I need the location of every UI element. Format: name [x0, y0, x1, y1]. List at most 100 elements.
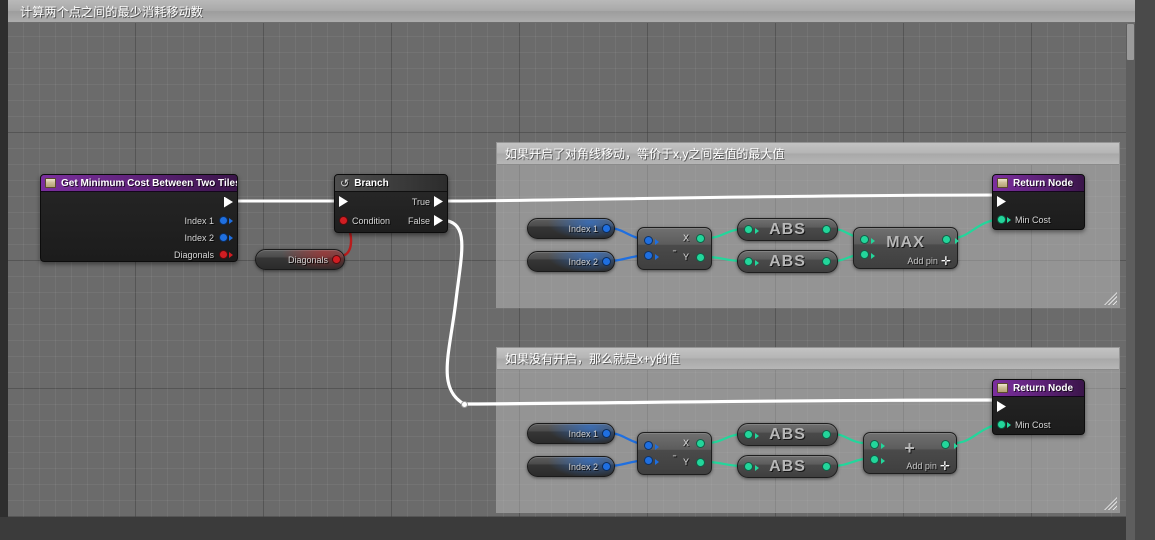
max-output-pin[interactable] [942, 235, 951, 244]
exec-in-pin[interactable] [339, 196, 348, 207]
node-title: Return Node [1013, 177, 1073, 189]
pin-diagonals[interactable] [219, 250, 228, 259]
max-input-a-pin[interactable] [860, 235, 869, 244]
vertical-scrollbar[interactable] [1126, 24, 1135, 540]
variable-output-pin[interactable] [332, 255, 341, 264]
exec-out-true-pin[interactable] [434, 196, 443, 207]
comment-header[interactable]: 如果没有开启，那么就是x+y的值 [497, 348, 1119, 370]
exec-in-pin[interactable] [997, 401, 1006, 412]
branch-false-label: False [407, 215, 430, 226]
pin-arrow [229, 234, 233, 241]
abs-input-pin[interactable] [744, 430, 753, 439]
subtract-input-b-pin[interactable] [644, 456, 653, 465]
variable-output-pin[interactable] [602, 462, 611, 471]
variable-getter-diagonals[interactable]: Diagonals [255, 249, 345, 270]
comment-resize-grip[interactable] [1104, 292, 1117, 305]
pin-row-exec-in[interactable] [993, 192, 1084, 211]
add-output-pin[interactable] [941, 440, 950, 449]
function-icon [45, 178, 56, 188]
pin-row-min-cost[interactable]: Min Cost [993, 416, 1084, 433]
node-header[interactable]: Return Node [993, 380, 1084, 397]
node-return-bottom[interactable]: Return Node Min Cost [992, 379, 1085, 435]
pin-label: Min Cost [1015, 214, 1051, 225]
exec-out-pin[interactable] [224, 196, 233, 208]
condition-label: Condition [352, 215, 391, 226]
pin-arrow [871, 238, 875, 244]
exec-in-pin[interactable] [997, 196, 1006, 207]
variable-getter-index1-top[interactable]: Index 1 [527, 218, 615, 239]
exec-out-false-pin[interactable] [434, 215, 443, 226]
pin-row-exec-in[interactable] [993, 397, 1084, 416]
node-max[interactable]: MAX Add pin ✛ [853, 227, 959, 269]
variable-getter-index2-top[interactable]: Index 2 [527, 251, 615, 272]
abs-input-pin[interactable] [744, 225, 753, 234]
pin-row-min-cost[interactable]: Min Cost [993, 211, 1084, 228]
min-cost-pin[interactable] [997, 215, 1006, 224]
variable-label: Diagonals [287, 254, 328, 265]
branch-false-out[interactable]: False [408, 215, 443, 226]
abs-output-pin[interactable] [822, 257, 831, 266]
subtract-output-y-pin[interactable] [696, 253, 705, 262]
canvas-bottom-band [0, 517, 1135, 540]
node-header[interactable]: Get Minimum Cost Between Two Tiles [41, 175, 237, 192]
abs-output-pin[interactable] [822, 225, 831, 234]
subtract-output-x-pin[interactable] [696, 234, 705, 243]
node-subtract-bottom[interactable]: - X Y [637, 432, 712, 475]
pin-arrow [1007, 216, 1011, 223]
pin-arrow [655, 444, 659, 450]
pin-row-index1[interactable]: Index 1 [41, 212, 237, 229]
pin-row-exec-out[interactable] [41, 192, 237, 212]
pin-row-index2[interactable]: Index 2 [41, 229, 237, 246]
add-pin-label: Add pin [907, 256, 938, 266]
max-add-pin-button[interactable]: Add pin ✛ [907, 255, 951, 267]
abs-output-pin[interactable] [822, 462, 831, 471]
pin-arrow [881, 443, 885, 449]
node-function-entry[interactable]: Get Minimum Cost Between Two Tiles Index… [40, 174, 238, 262]
variable-output-pin[interactable] [602, 224, 611, 233]
vertical-scrollbar-thumb[interactable] [1127, 24, 1134, 60]
variable-getter-index1-bottom[interactable]: Index 1 [527, 423, 615, 444]
subtract-input-a-pin[interactable] [644, 236, 653, 245]
subtract-output-x-label: X [682, 233, 689, 243]
pin-index1[interactable] [219, 216, 228, 225]
subtract-input-b-pin[interactable] [644, 251, 653, 260]
add-add-pin-button[interactable]: Add pin ✛ [906, 458, 950, 473]
subtract-output-x-pin[interactable] [696, 439, 705, 448]
branch-true-out[interactable]: True [412, 196, 443, 207]
subtract-output-y-pin[interactable] [696, 458, 705, 467]
pin-arrow [755, 465, 759, 471]
variable-getter-index2-bottom[interactable]: Index 2 [527, 456, 615, 477]
node-branch[interactable]: ↺ Branch True Condition False [334, 174, 448, 233]
node-header[interactable]: ↺ Branch [335, 175, 447, 192]
variable-label: Index 1 [568, 428, 598, 439]
branch-exec-in[interactable] [339, 196, 348, 207]
pin-arrow [229, 251, 233, 258]
add-input-b-pin[interactable] [870, 455, 879, 464]
abs-input-pin[interactable] [744, 462, 753, 471]
pin-row-diagonals[interactable]: Diagonals [41, 246, 237, 261]
node-abs-top-b[interactable]: ABS [737, 250, 838, 273]
variable-output-pin[interactable] [602, 257, 611, 266]
condition-pin[interactable] [339, 216, 348, 225]
abs-input-pin[interactable] [744, 257, 753, 266]
node-abs-top-a[interactable]: ABS [737, 218, 838, 241]
subtract-output-y-label: Y [682, 457, 689, 467]
comment-resize-grip[interactable] [1104, 497, 1117, 510]
min-cost-pin[interactable] [997, 420, 1006, 429]
exec-reroute-knot[interactable] [461, 401, 468, 408]
node-add[interactable]: + Add pin ✛ [863, 432, 958, 474]
comment-header[interactable]: 如果开启了对角线移动，等价于x,y之间差值的最大值 [497, 143, 1119, 165]
max-input-b-pin[interactable] [860, 250, 869, 259]
node-abs-bottom-b[interactable]: ABS [737, 455, 838, 478]
abs-output-pin[interactable] [822, 430, 831, 439]
node-return-top[interactable]: Return Node Min Cost [992, 174, 1085, 230]
pin-index2[interactable] [219, 233, 228, 242]
node-subtract-top[interactable]: - X Y [637, 227, 712, 270]
node-header[interactable]: Return Node [993, 175, 1084, 192]
variable-output-pin[interactable] [602, 429, 611, 438]
add-input-a-pin[interactable] [870, 440, 879, 449]
subtract-input-a-pin[interactable] [644, 441, 653, 450]
node-abs-bottom-a[interactable]: ABS [737, 423, 838, 446]
branch-condition-in[interactable]: Condition [339, 216, 390, 226]
plus-icon: ✛ [939, 458, 950, 473]
